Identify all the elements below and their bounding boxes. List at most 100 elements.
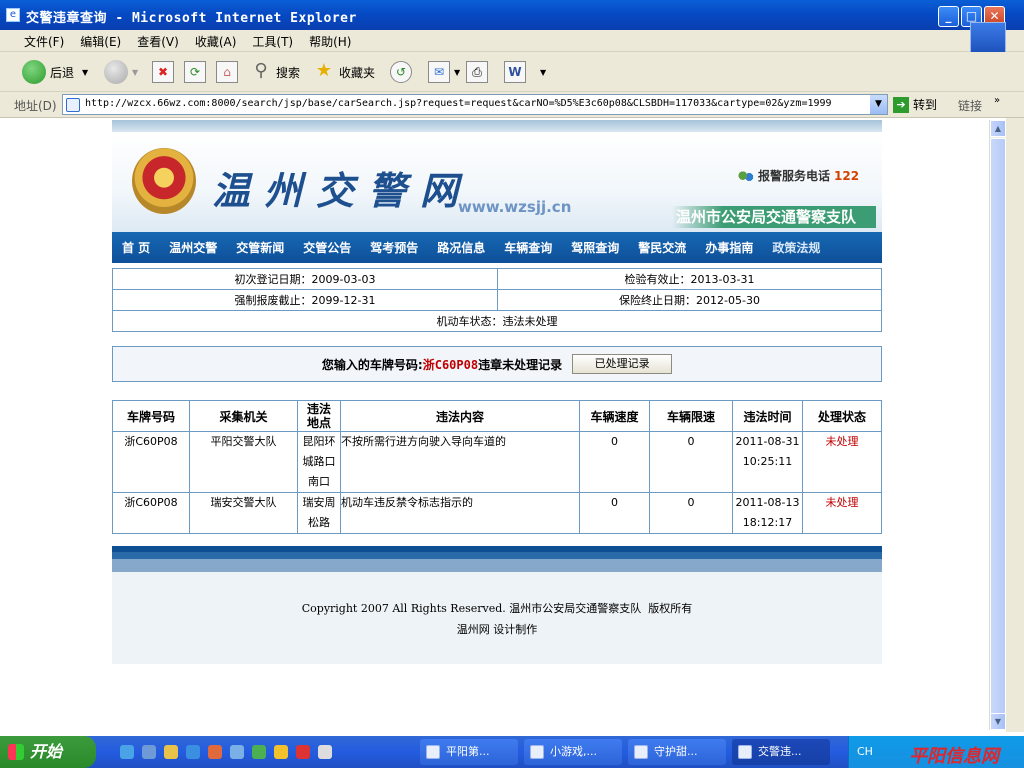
scroll-down-icon[interactable]: ▼ <box>990 713 1006 730</box>
star-icon: ★ <box>315 60 333 81</box>
menu-view[interactable]: 查看(V) <box>129 30 187 50</box>
menu-help[interactable]: 帮助(H) <box>301 30 359 50</box>
favorites-button[interactable]: ★ 收藏夹 <box>313 58 375 86</box>
menu-favorites[interactable]: 收藏(A) <box>187 30 245 50</box>
back-button[interactable]: 后退 ▼ <box>22 58 88 86</box>
links-button[interactable]: 链接 <box>958 97 982 114</box>
nav-wenzhou-police[interactable]: 温州交警 <box>169 239 217 256</box>
col-speed: 车辆速度 <box>579 400 650 432</box>
home-button[interactable]: ⌂ <box>216 58 242 86</box>
start-button[interactable]: 开始 <box>0 736 96 768</box>
col-time: 违法时间 <box>732 400 803 432</box>
nav-road-info[interactable]: 路况信息 <box>437 239 485 256</box>
nav-policy[interactable]: 政策法规 <box>772 239 820 256</box>
system-tray: CH 平阳信息网 <box>848 736 1024 768</box>
design-credit: 温州网 设计制作 <box>456 623 538 636</box>
browser-icon[interactable] <box>186 745 200 759</box>
first-registration-date: 初次登记日期：2009-03-03 <box>112 268 498 290</box>
nav-exam-notice[interactable]: 驾考预告 <box>370 239 418 256</box>
footer-bar <box>112 546 882 572</box>
search-button[interactable]: ⚲ 搜索 <box>250 58 300 86</box>
plate-notice: 您输入的车牌号码: 浙C60P08 违章未处理记录 已处理记录 <box>112 346 882 382</box>
cell-content: 不按所需行进方向驶入导向车道的 <box>340 431 580 493</box>
app-icon[interactable] <box>274 745 288 759</box>
nav-guide[interactable]: 办事指南 <box>705 239 753 256</box>
task-button[interactable]: 平阳第... <box>420 739 518 765</box>
mail-icon: ✉ <box>428 61 450 83</box>
menu-file[interactable]: 文件(F) <box>16 30 72 50</box>
window-border <box>1006 118 1024 732</box>
cell-agency: 瑞安交警大队 <box>189 492 298 534</box>
reel-icon[interactable] <box>318 745 332 759</box>
task-button[interactable]: 小游戏,... <box>524 739 622 765</box>
cell-content: 机动车违反禁令标志指示的 <box>340 492 580 534</box>
col-plate: 车牌号码 <box>112 400 190 432</box>
task-label: 小游戏,... <box>550 745 597 758</box>
media-icon[interactable] <box>208 745 222 759</box>
hotline: 报警服务电话 122 <box>738 167 859 184</box>
favorites-label: 收藏夹 <box>339 65 376 80</box>
vertical-scrollbar[interactable]: ▲ ▼ <box>989 120 1006 730</box>
history-button[interactable]: ↺ <box>390 58 416 86</box>
task-label: 守护甜... <box>654 745 698 758</box>
nav-vehicle-query[interactable]: 车辆查询 <box>504 239 552 256</box>
processed-records-button[interactable]: 已处理记录 <box>572 354 673 374</box>
window-titlebar[interactable]: e 交警违章查询 - Microsoft Internet Explorer _… <box>0 0 1024 30</box>
scroll-up-icon[interactable]: ▲ <box>990 120 1006 137</box>
explorer-icon[interactable] <box>230 745 244 759</box>
window-icon <box>634 745 648 759</box>
menu-tools[interactable]: 工具(T) <box>244 30 301 50</box>
refresh-button[interactable]: ⟳ <box>184 58 210 86</box>
menu-edit[interactable]: 编辑(E) <box>72 30 129 50</box>
window-icon <box>530 745 544 759</box>
stop-button[interactable]: ✖ <box>152 58 178 86</box>
minimize-button[interactable]: _ <box>938 6 959 27</box>
chevron-right-icon[interactable]: » <box>994 95 1000 106</box>
qq-icon[interactable] <box>164 745 178 759</box>
site-name: 温州交警网 <box>212 168 473 213</box>
ie-quicklaunch-icon[interactable] <box>120 745 134 759</box>
copyright: Copyright 2007 All Rights Reserved. 温州市公… <box>301 602 693 615</box>
chevron-down-icon: ▼ <box>82 67 89 77</box>
mail-button[interactable]: ✉ ▼ <box>428 58 460 86</box>
game-icon[interactable] <box>252 745 266 759</box>
nav-community[interactable]: 警民交流 <box>638 239 686 256</box>
scrap-deadline: 强制报废截止：2099-12-31 <box>112 289 498 311</box>
page-viewport[interactable]: 温州交警网 www.wzsjj.cn 报警服务电话 122 温州市公安局交通警察支… <box>4 120 989 730</box>
window-icon <box>426 745 440 759</box>
vehicle-status: 机动车状态：违法未处理 <box>112 310 882 332</box>
task-button-active[interactable]: 交警违... <box>732 739 830 765</box>
stop-icon: ✖ <box>152 61 174 83</box>
address-label: 地址(D) <box>14 99 57 113</box>
site-footer: Copyright 2007 All Rights Reserved. 温州市公… <box>112 572 882 664</box>
scroll-thumb[interactable] <box>990 138 1006 716</box>
go-button[interactable]: ➔ 转到 <box>893 96 937 113</box>
nav-home[interactable]: 首 页 <box>122 239 150 256</box>
site-container: 温州交警网 www.wzsjj.cn 报警服务电话 122 温州市公安局交通警察支… <box>112 120 882 664</box>
violations-table: 车牌号码 采集机关 违法地点 违法内容 车辆速度 车辆限速 违法时间 处理状态 … <box>112 400 882 534</box>
ime-indicator[interactable]: CH <box>857 745 873 758</box>
nav-announcements[interactable]: 交管公告 <box>303 239 351 256</box>
player-icon[interactable] <box>296 745 310 759</box>
print-button[interactable]: ⎙ <box>466 58 492 86</box>
chevron-down-icon: ▼ <box>540 67 547 77</box>
search-label: 搜索 <box>276 65 301 80</box>
edit-button[interactable]: W ▼ <box>504 58 546 86</box>
task-button[interactable]: 守护甜... <box>628 739 726 765</box>
address-dropdown-icon[interactable]: ▼ <box>870 95 887 114</box>
cell-agency: 平阳交警大队 <box>189 431 298 493</box>
task-label: 平阳第... <box>446 745 490 758</box>
chevron-down-icon: ▼ <box>454 67 461 77</box>
search-icon: ⚲ <box>254 60 268 81</box>
nav-license-query[interactable]: 驾照查询 <box>571 239 619 256</box>
address-url[interactable]: http://wzcx.66wz.com:8000/search/jsp/bas… <box>85 98 832 109</box>
printer-icon: ⎙ <box>466 61 488 83</box>
forward-button[interactable]: ▼ <box>104 58 138 86</box>
nav-traffic-news[interactable]: 交管新闻 <box>236 239 284 256</box>
col-status: 处理状态 <box>802 400 882 432</box>
col-limit: 车辆限速 <box>649 400 733 432</box>
desktop-icon[interactable] <box>142 745 156 759</box>
address-input[interactable]: http://wzcx.66wz.com:8000/search/jsp/bas… <box>62 94 888 115</box>
hotline-number: 122 <box>834 169 860 183</box>
cell-plate: 浙C60P08 <box>112 431 190 493</box>
